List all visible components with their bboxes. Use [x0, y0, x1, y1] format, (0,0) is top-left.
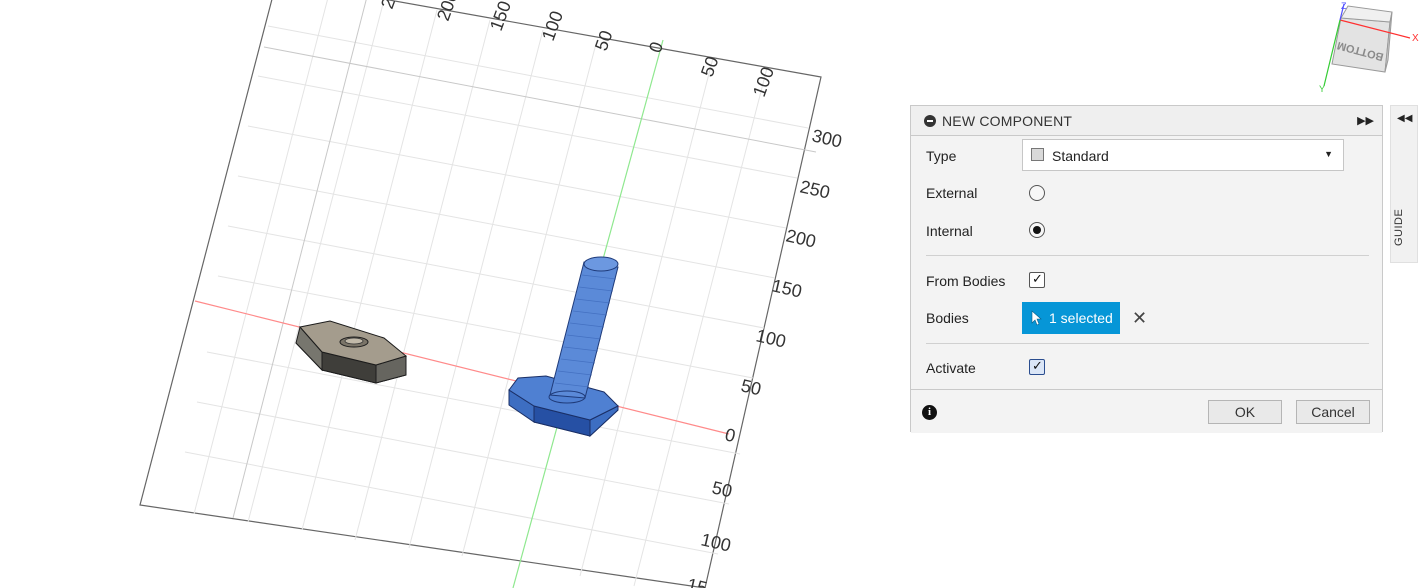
guide-tab-label: GUIDE [1393, 208, 1405, 246]
tick-label: 15 [685, 574, 709, 588]
right-axis-labels: 300 250 200 150 100 50 0 50 100 15 [685, 125, 844, 588]
internal-label: Internal [926, 223, 973, 239]
dialog-header: NEW COMPONENT ▶▶ [911, 106, 1382, 136]
viewcube-axis-x: X [1412, 33, 1419, 44]
tick-label: 200 [784, 225, 818, 251]
guide-tab[interactable]: ◀◀ GUIDE [1390, 105, 1418, 263]
external-label: External [926, 185, 978, 201]
bodies-selection-count: 1 selected [1049, 310, 1113, 326]
info-icon[interactable]: i [922, 405, 937, 420]
collapse-minus-icon[interactable] [924, 115, 936, 127]
tick-label: 250 [798, 176, 832, 202]
bolt-body[interactable] [508, 256, 619, 438]
x-axis-line [194, 300, 730, 435]
cursor-pointer-icon [1031, 310, 1042, 326]
expand-arrows-icon[interactable]: ▶▶ [1357, 114, 1374, 127]
tick-label: 0 [645, 39, 667, 55]
type-select[interactable]: Standard ▼ [1022, 139, 1344, 171]
tick-label: 50 [739, 375, 763, 399]
viewcube-axis-y: Y [1319, 84, 1325, 94]
bodies-label: Bodies [926, 310, 969, 326]
dropdown-caret-icon: ▼ [1324, 149, 1333, 159]
type-select-value: Standard [1052, 148, 1109, 164]
viewcube-axis-z: Z [1341, 1, 1347, 11]
tick-label: 150 [486, 0, 515, 33]
from-bodies-label: From Bodies [926, 273, 1006, 289]
divider [926, 343, 1369, 344]
tick-label: 100 [538, 8, 567, 43]
bodies-selection-button[interactable]: 1 selected [1022, 302, 1120, 334]
dialog-title: NEW COMPONENT [942, 113, 1073, 129]
activate-label: Activate [926, 360, 976, 376]
tick-label: 50 [710, 477, 734, 501]
ground-grid [139, 0, 822, 588]
collapse-arrows-icon[interactable]: ◀◀ [1397, 113, 1412, 124]
tick-label: 100 [749, 64, 778, 99]
tick-label: 0 [723, 424, 737, 446]
internal-radio[interactable] [1029, 222, 1045, 238]
view-cube[interactable]: BOTTOM X Z Y [1310, 0, 1421, 95]
dialog-footer: i OK Cancel [911, 389, 1382, 433]
ok-button[interactable]: OK [1208, 400, 1282, 424]
activate-checkbox[interactable]: ✓ [1029, 358, 1045, 375]
tick-label: 50 [697, 54, 723, 80]
external-radio[interactable] [1029, 185, 1045, 201]
from-bodies-checkbox[interactable]: ✓ [1029, 271, 1045, 288]
divider [926, 255, 1369, 256]
component-cube-icon [1031, 148, 1044, 161]
new-component-dialog: NEW COMPONENT ▶▶ Type Standard ▼ Externa… [910, 105, 1383, 433]
cancel-button[interactable]: Cancel [1296, 400, 1370, 424]
type-label: Type [926, 148, 957, 164]
clear-x-icon[interactable]: ✕ [1132, 308, 1147, 329]
tick-label: 2 [377, 0, 399, 11]
tick-label: 150 [770, 275, 804, 301]
tick-label: 300 [810, 125, 844, 151]
hex-nut-body[interactable] [295, 320, 408, 384]
